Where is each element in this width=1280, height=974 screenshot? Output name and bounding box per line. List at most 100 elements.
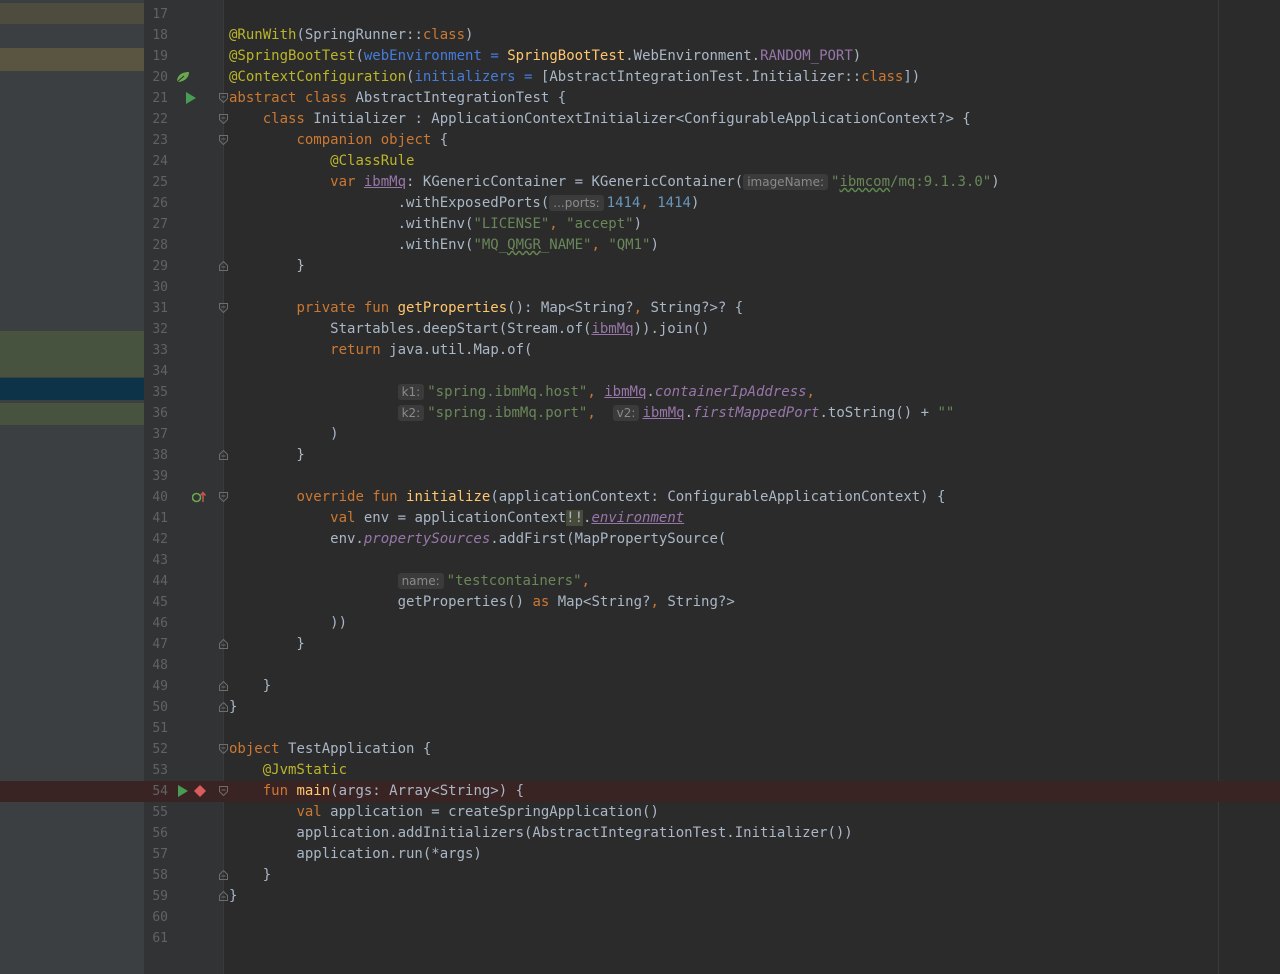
code-text[interactable]: name: "testcontainers", <box>229 571 590 592</box>
code-line[interactable]: 59} <box>0 886 1280 907</box>
code-line[interactable]: 28 .withEnv("MQ_QMGR_NAME", "QM1") <box>0 235 1280 256</box>
code-text[interactable]: ) <box>229 424 338 445</box>
code-text[interactable]: application.addInitializers(AbstractInte… <box>229 823 852 844</box>
code-line[interactable]: 45 getProperties() as Map<String?, Strin… <box>0 592 1280 613</box>
fold-marker-icon[interactable] <box>219 891 228 901</box>
line-number[interactable]: 26 <box>144 193 168 214</box>
code-line[interactable]: 61 <box>0 928 1280 949</box>
code-text[interactable]: val application = createSpringApplicatio… <box>229 802 658 823</box>
line-number[interactable]: 46 <box>144 613 168 634</box>
code-line[interactable]: 17 <box>0 4 1280 25</box>
code-line[interactable]: 58 } <box>0 865 1280 886</box>
code-text[interactable]: } <box>229 697 237 718</box>
fold-marker-icon[interactable] <box>219 303 228 313</box>
code-line[interactable]: 54 fun main(args: Array<String>) { <box>0 781 1280 802</box>
line-number[interactable]: 56 <box>144 823 168 844</box>
run-icon[interactable] <box>186 88 196 109</box>
code-text[interactable]: companion object { <box>229 130 448 151</box>
code-line[interactable]: 26 .withExposedPorts(...ports: 1414, 1414… <box>0 193 1280 214</box>
code-text[interactable]: private fun getProperties(): Map<String?… <box>229 298 743 319</box>
line-number[interactable]: 52 <box>144 739 168 760</box>
spring-bean-icon[interactable] <box>176 67 190 88</box>
code-text[interactable]: .withEnv("LICENSE", "accept") <box>229 214 642 235</box>
code-line[interactable]: 56 application.addInitializers(AbstractI… <box>0 823 1280 844</box>
line-number[interactable]: 44 <box>144 571 168 592</box>
fold-marker-icon[interactable] <box>219 135 228 145</box>
code-line[interactable]: 52 object TestApplication { <box>0 739 1280 760</box>
code-line[interactable]: 47 } <box>0 634 1280 655</box>
code-text[interactable]: } <box>229 676 271 697</box>
code-text[interactable]: Startables.deepStart(Stream.of(ibmMq)).j… <box>229 319 709 340</box>
code-text[interactable]: k2: "spring.ibmMq.port", v2: ibmMq.firstMa… <box>229 403 954 424</box>
line-number[interactable]: 58 <box>144 865 168 886</box>
code-line[interactable]: 30 <box>0 277 1280 298</box>
line-number[interactable]: 20 <box>144 67 168 88</box>
line-number[interactable]: 60 <box>144 907 168 928</box>
code-text[interactable]: .withExposedPorts(...ports: 1414, 1414) <box>229 193 699 214</box>
code-line[interactable]: 36 k2: "spring.ibmMq.port", v2: ibmMq.firs… <box>0 403 1280 424</box>
line-number[interactable]: 53 <box>144 760 168 781</box>
code-line[interactable]: 38 } <box>0 445 1280 466</box>
code-text[interactable]: override fun initialize(applicationConte… <box>229 487 945 508</box>
line-number[interactable]: 42 <box>144 529 168 550</box>
line-number[interactable]: 39 <box>144 466 168 487</box>
fold-marker-icon[interactable] <box>219 492 228 502</box>
code-line[interactable]: 20 @ContextConfiguration(initializers = [… <box>0 67 1280 88</box>
code-line[interactable]: 18 @RunWith(SpringRunner::class) <box>0 25 1280 46</box>
line-number[interactable]: 36 <box>144 403 168 424</box>
code-line[interactable]: 39 <box>0 466 1280 487</box>
line-number[interactable]: 57 <box>144 844 168 865</box>
line-number[interactable]: 59 <box>144 886 168 907</box>
line-number[interactable]: 34 <box>144 361 168 382</box>
line-number[interactable]: 19 <box>144 46 168 67</box>
line-number[interactable]: 21 <box>144 88 168 109</box>
code-text[interactable]: return java.util.Map.of( <box>229 340 532 361</box>
code-text[interactable]: application.run(*args) <box>229 844 481 865</box>
line-number[interactable]: 50 <box>144 697 168 718</box>
line-number[interactable]: 22 <box>144 109 168 130</box>
code-text[interactable]: @ClassRule <box>229 151 414 172</box>
code-text[interactable]: } <box>229 865 271 886</box>
code-line[interactable]: 24 @ClassRule <box>0 151 1280 172</box>
code-line[interactable]: 44 name: "testcontainers", <box>0 571 1280 592</box>
line-number[interactable]: 30 <box>144 277 168 298</box>
fold-marker-icon[interactable] <box>219 450 228 460</box>
code-line[interactable]: 32 Startables.deepStart(Stream.of(ibmMq)… <box>0 319 1280 340</box>
code-text[interactable]: } <box>229 634 304 655</box>
line-number[interactable]: 29 <box>144 256 168 277</box>
code-line[interactable]: 33 return java.util.Map.of( <box>0 340 1280 361</box>
code-line[interactable]: 48 <box>0 655 1280 676</box>
fold-marker-icon[interactable] <box>219 870 228 880</box>
line-number[interactable]: 61 <box>144 928 168 949</box>
code-text[interactable]: abstract class AbstractIntegrationTest { <box>229 88 566 109</box>
line-number[interactable]: 45 <box>144 592 168 613</box>
line-number[interactable]: 23 <box>144 130 168 151</box>
line-number[interactable]: 49 <box>144 676 168 697</box>
line-number[interactable]: 55 <box>144 802 168 823</box>
code-text[interactable]: fun main(args: Array<String>) { <box>229 781 524 802</box>
line-number[interactable]: 27 <box>144 214 168 235</box>
code-line[interactable]: 22 class Initializer : ApplicationContex… <box>0 109 1280 130</box>
code-text[interactable]: @JvmStatic <box>229 760 347 781</box>
code-line[interactable]: 41 val env = applicationContext!!.enviro… <box>0 508 1280 529</box>
code-line[interactable]: 37 ) <box>0 424 1280 445</box>
line-number[interactable]: 40 <box>144 487 168 508</box>
line-number[interactable]: 41 <box>144 508 168 529</box>
line-number[interactable]: 28 <box>144 235 168 256</box>
code-line[interactable]: 53 @JvmStatic <box>0 760 1280 781</box>
code-text[interactable]: @SpringBootTest(webEnvironment = SpringB… <box>229 46 861 67</box>
fold-marker-icon[interactable] <box>219 93 228 103</box>
line-number[interactable]: 38 <box>144 445 168 466</box>
code-line[interactable]: 46 )) <box>0 613 1280 634</box>
line-number[interactable]: 18 <box>144 25 168 46</box>
code-text[interactable]: .withEnv("MQ_QMGR_NAME", "QM1") <box>229 235 659 256</box>
code-line[interactable]: 27 .withEnv("LICENSE", "accept") <box>0 214 1280 235</box>
code-line[interactable]: 23 companion object { <box>0 130 1280 151</box>
fold-marker-icon[interactable] <box>219 261 228 271</box>
code-line[interactable]: 49 } <box>0 676 1280 697</box>
code-line[interactable]: 60 <box>0 907 1280 928</box>
line-number[interactable]: 24 <box>144 151 168 172</box>
line-number[interactable]: 31 <box>144 298 168 319</box>
line-number[interactable]: 37 <box>144 424 168 445</box>
code-text[interactable]: } <box>229 445 304 466</box>
